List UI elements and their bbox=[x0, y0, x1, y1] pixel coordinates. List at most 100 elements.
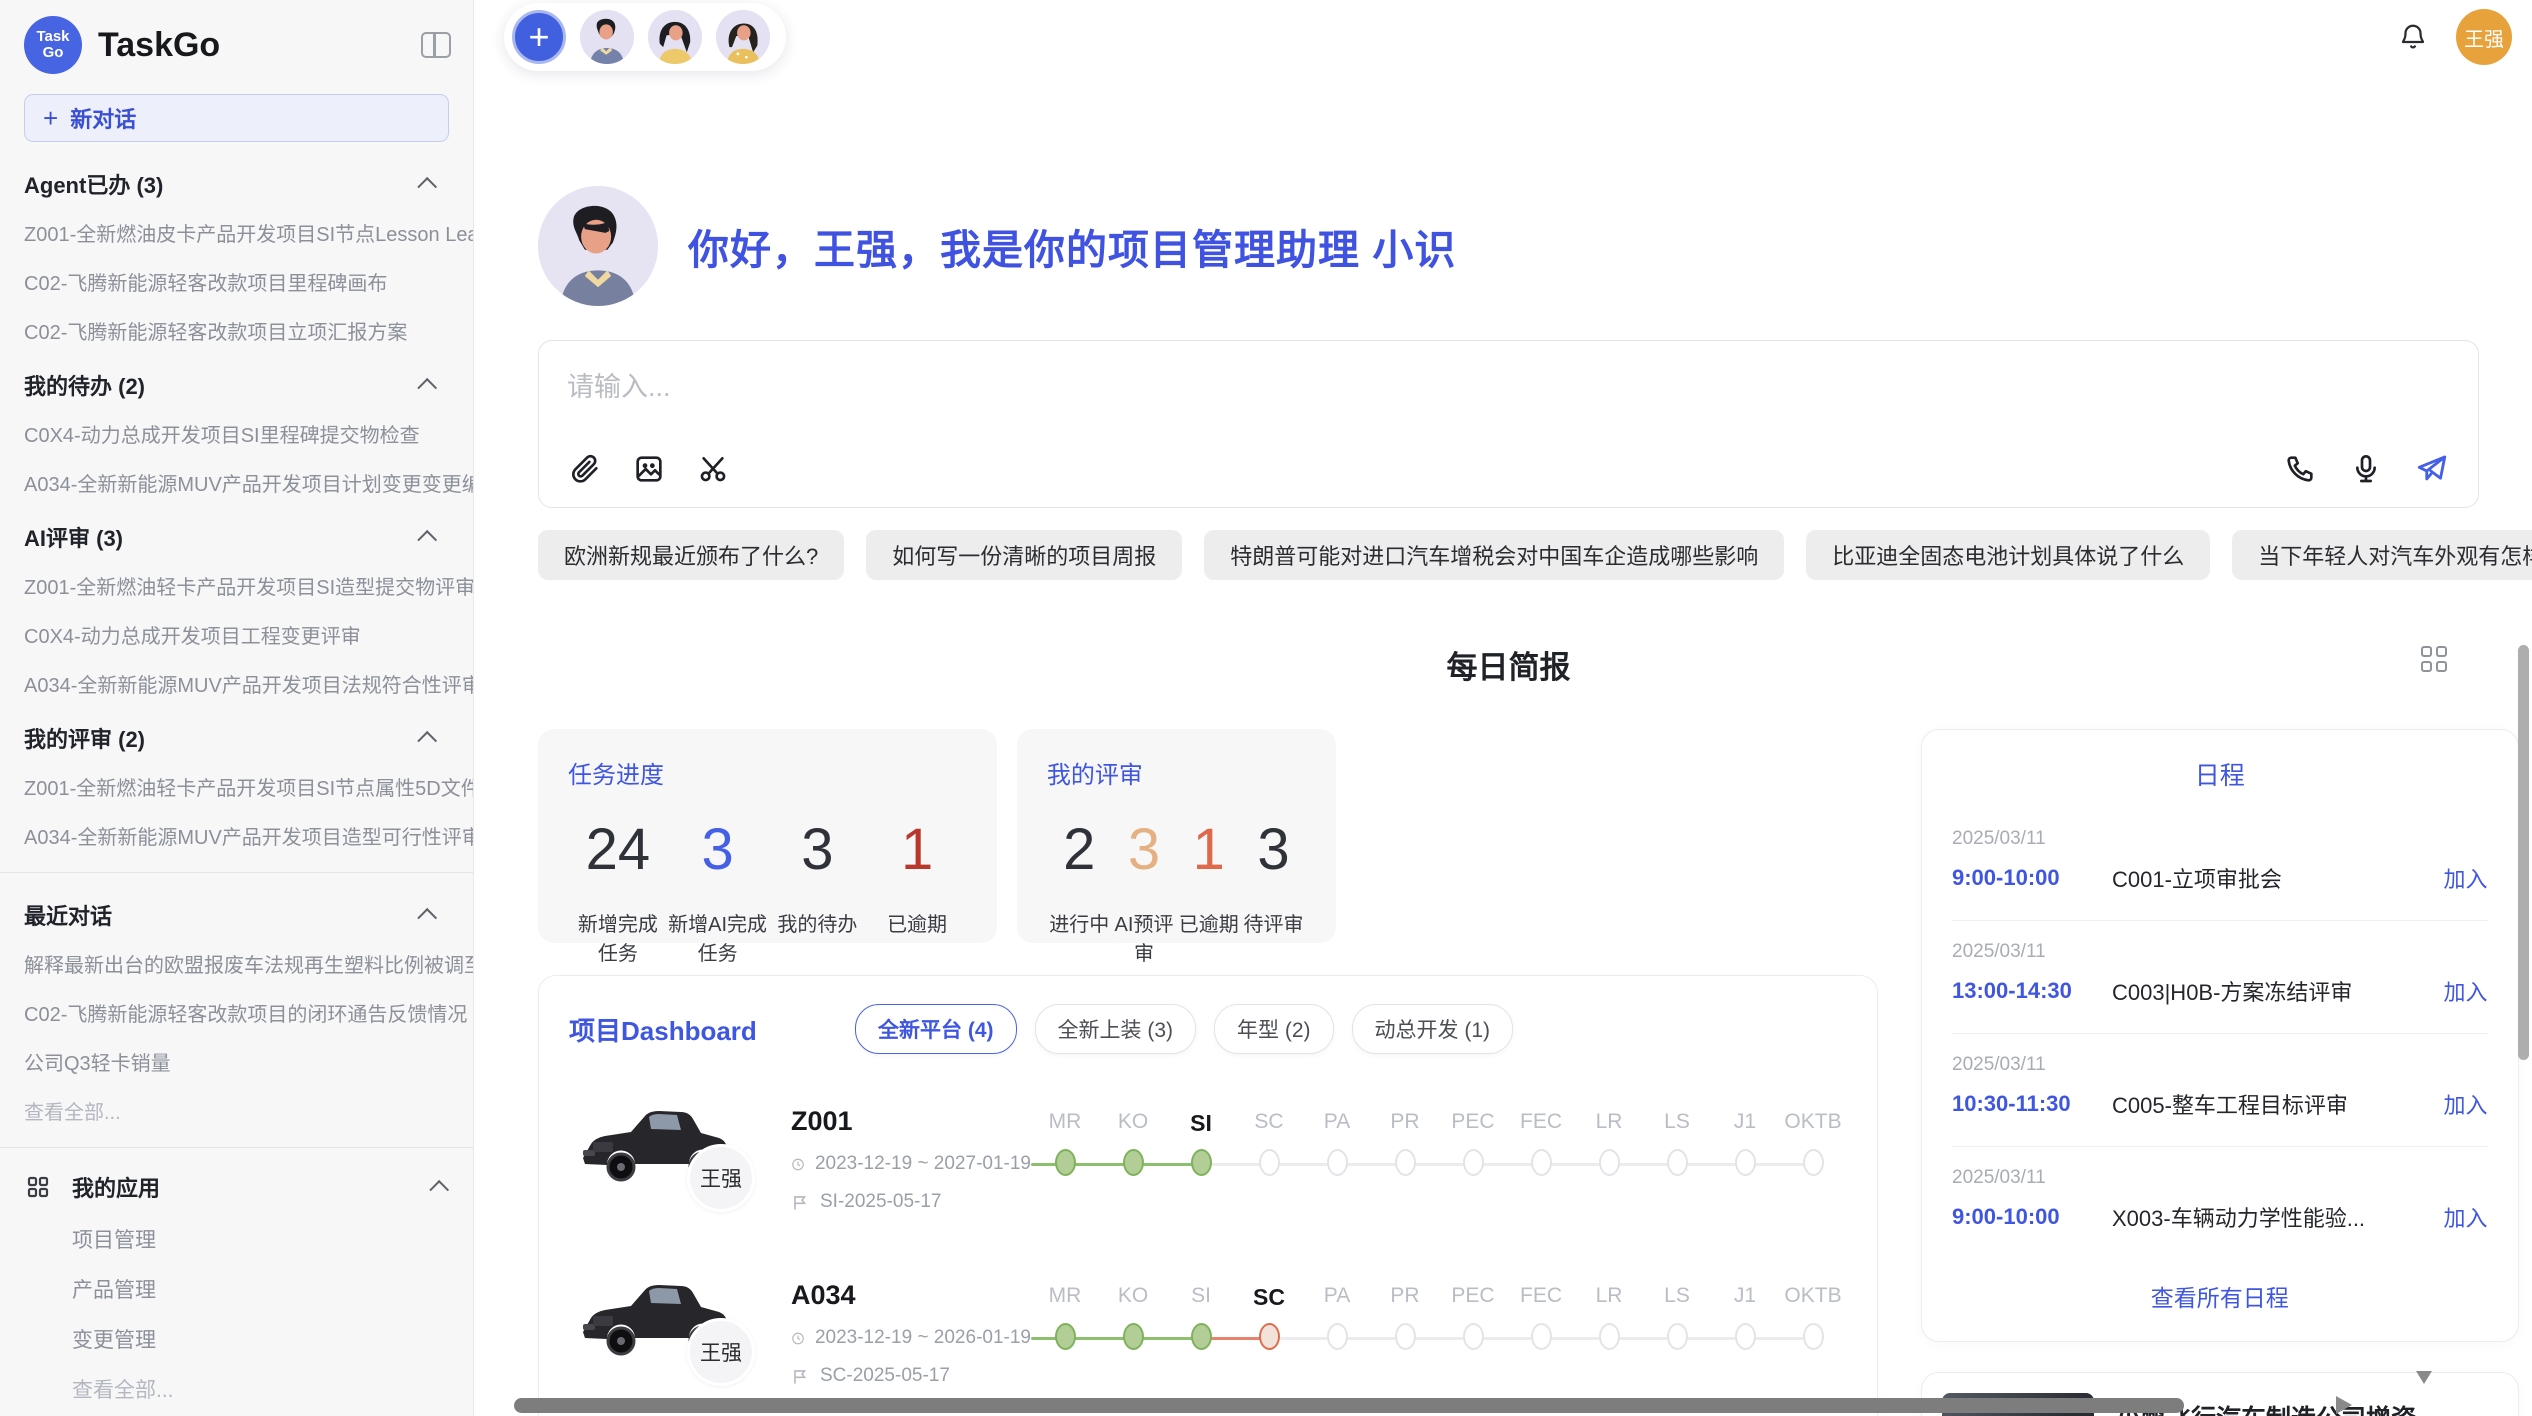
recent-item[interactable]: 解释最新出台的欧盟报废车法规再生塑料比例被调至15%... bbox=[0, 939, 473, 988]
milestone-col: J1 bbox=[1711, 1110, 1779, 1176]
milestone-dot[interactable] bbox=[1667, 1323, 1688, 1350]
scroll-right-arrow[interactable] bbox=[2336, 1396, 2352, 1414]
section-header[interactable]: Agent已办 (3) bbox=[0, 154, 473, 208]
section-header[interactable]: 我的待办 (2) bbox=[0, 355, 473, 409]
suggestion-chip[interactable]: 比亚迪全固态电池计划具体说了什么 bbox=[1806, 530, 2210, 580]
add-member-button[interactable]: + bbox=[512, 10, 566, 64]
section-header[interactable]: 我的评审 (2) bbox=[0, 708, 473, 762]
send-icon[interactable] bbox=[2414, 451, 2450, 487]
milestone-dot[interactable] bbox=[1463, 1323, 1484, 1350]
milestone-dot[interactable] bbox=[1395, 1149, 1416, 1176]
new-chat-button[interactable]: + 新对话 bbox=[24, 94, 449, 142]
member-avatar[interactable] bbox=[716, 10, 770, 64]
app-item[interactable]: 变更管理 bbox=[0, 1314, 473, 1364]
milestone-dot[interactable] bbox=[1803, 1149, 1824, 1176]
milestone-dot[interactable] bbox=[1327, 1323, 1348, 1350]
bell-icon[interactable] bbox=[2398, 22, 2428, 52]
suggestion-chip[interactable]: 特朗普可能对进口汽车增税会对中国车企造成哪些影响 bbox=[1204, 530, 1784, 580]
milestone-dot[interactable] bbox=[1463, 1149, 1484, 1176]
app-item[interactable]: 产品管理 bbox=[0, 1264, 473, 1314]
member-avatar[interactable] bbox=[648, 10, 702, 64]
recent-item[interactable]: 公司Q3轻卡销量 bbox=[0, 1037, 473, 1086]
milestone-label: PA bbox=[1324, 1110, 1350, 1140]
phone-icon[interactable] bbox=[2282, 451, 2318, 487]
milestone-dot[interactable] bbox=[1055, 1149, 1076, 1176]
recent-header[interactable]: 最近对话 bbox=[0, 885, 473, 939]
sidebar-item[interactable]: C0X4-动力总成开发项目SI里程碑提交物检查 bbox=[0, 409, 473, 458]
sidebar-item[interactable]: C02-飞腾新能源轻客改款项目立项汇报方案 bbox=[0, 306, 473, 355]
sidebar-item[interactable]: C0X4-动力总成开发项目工程变更评审 bbox=[0, 610, 473, 659]
milestone-dot[interactable] bbox=[1055, 1323, 1076, 1350]
suggestion-chip[interactable]: 如何写一份清晰的项目周报 bbox=[866, 530, 1182, 580]
schedule-name: C005-整车工程目标评审 bbox=[2112, 1088, 2434, 1120]
sidebar-item[interactable]: A034-全新新能源MUV产品开发项目法规符合性评审 bbox=[0, 659, 473, 708]
milestone-dot[interactable] bbox=[1191, 1323, 1212, 1350]
project-row[interactable]: 王强 A034 2023-12-19 ~ 2026-01-19 bbox=[569, 1274, 1847, 1402]
milestone-dot[interactable] bbox=[1667, 1149, 1688, 1176]
milestone-label: PEC bbox=[1451, 1110, 1494, 1140]
image-icon[interactable] bbox=[631, 451, 667, 487]
sidebar-item[interactable]: Z001-全新燃油皮卡产品开发项目SI节点Lesson Learn报告 bbox=[0, 208, 473, 257]
sidebar-item[interactable]: C02-飞腾新能源轻客改款项目里程碑画布 bbox=[0, 257, 473, 306]
suggestion-chip[interactable]: 欧洲新规最近颁布了什么? bbox=[538, 530, 844, 580]
milestone-dot[interactable] bbox=[1599, 1149, 1620, 1176]
join-button[interactable]: 加入 bbox=[2444, 975, 2488, 1007]
recent-item[interactable]: C02-飞腾新能源轻客改款项目的闭环通告反馈情况 bbox=[0, 988, 473, 1037]
scroll-down-arrow[interactable] bbox=[2416, 1371, 2432, 1384]
schedule-name: C001-立项审批会 bbox=[2112, 862, 2434, 894]
layout-grid-icon[interactable] bbox=[2421, 646, 2447, 672]
dashboard-tab[interactable]: 年型 (2) bbox=[1214, 1004, 1334, 1054]
dashboard-tab[interactable]: 全新平台 (4) bbox=[855, 1004, 1017, 1054]
horizontal-scrollbar-thumb[interactable] bbox=[514, 1398, 2184, 1413]
sidebar-collapse-icon[interactable] bbox=[421, 32, 451, 58]
attachment-icon[interactable] bbox=[567, 451, 603, 487]
user-avatar[interactable]: 王强 bbox=[2456, 9, 2512, 65]
milestone-col: MR bbox=[1031, 1110, 1099, 1176]
project-dates: 2023-12-19 ~ 2026-01-19 bbox=[791, 1327, 1031, 1349]
section-header[interactable]: AI评审 (3) bbox=[0, 507, 473, 561]
milestone-dot[interactable] bbox=[1803, 1323, 1824, 1350]
milestone-dot[interactable] bbox=[1735, 1149, 1756, 1176]
app-item[interactable]: 项目管理 bbox=[0, 1214, 473, 1264]
milestone-dot[interactable] bbox=[1327, 1149, 1348, 1176]
milestone-dot[interactable] bbox=[1123, 1323, 1144, 1350]
scissors-icon[interactable] bbox=[695, 451, 731, 487]
project-row[interactable]: 王强 Z001 2023-12-19 ~ 2027-01-19 bbox=[569, 1100, 1847, 1228]
suggestion-chip[interactable]: 当下年轻人对汽车外观有怎样的喜好趋势 bbox=[2232, 530, 2532, 580]
recent-view-all[interactable]: 查看全部... bbox=[0, 1086, 473, 1135]
sidebar-item-my-apps[interactable]: 我的应用 bbox=[0, 1160, 473, 1214]
member-avatar[interactable] bbox=[580, 10, 634, 64]
join-button[interactable]: 加入 bbox=[2444, 1201, 2488, 1233]
stat-card: 任务进度 24 新增完成任务 3 新增AI完成任务 bbox=[538, 729, 997, 943]
join-button[interactable]: 加入 bbox=[2444, 862, 2488, 894]
sidebar-item[interactable]: Z001-全新燃油轻卡产品开发项目SI节点属性5D文件评审 bbox=[0, 762, 473, 811]
apps-view-all[interactable]: 查看全部... bbox=[0, 1364, 473, 1414]
stat-label: 进行中 bbox=[1047, 908, 1112, 937]
milestone-dot[interactable] bbox=[1259, 1149, 1280, 1176]
milestone-col: KO bbox=[1099, 1284, 1167, 1350]
join-button[interactable]: 加入 bbox=[2444, 1088, 2488, 1120]
milestone-dot[interactable] bbox=[1531, 1149, 1552, 1176]
schedule-title: 日程 bbox=[1922, 756, 2518, 792]
sidebar-item[interactable]: A034-全新新能源MUV产品开发项目计划变更变更编号 bbox=[0, 458, 473, 507]
vertical-scrollbar-thumb[interactable] bbox=[2518, 645, 2529, 1060]
milestone-dot[interactable] bbox=[1259, 1323, 1280, 1350]
dashboard-tab[interactable]: 动总开发 (1) bbox=[1352, 1004, 1514, 1054]
milestone-dot[interactable] bbox=[1123, 1149, 1144, 1176]
milestone-track: MR KO SI bbox=[1031, 1100, 1847, 1176]
owner-name: 王强 bbox=[700, 1163, 742, 1193]
milestone-dot[interactable] bbox=[1395, 1323, 1416, 1350]
dashboard-tab[interactable]: 全新上装 (3) bbox=[1035, 1004, 1197, 1054]
milestone-dot[interactable] bbox=[1531, 1323, 1552, 1350]
chat-input-box[interactable]: 请输入... bbox=[538, 340, 2479, 508]
section-items: Z001-全新燃油皮卡产品开发项目SI节点Lesson Learn报告C02-飞… bbox=[0, 208, 473, 355]
milestone-dot[interactable] bbox=[1599, 1323, 1620, 1350]
chevron-up-icon bbox=[417, 530, 437, 550]
milestone-dot[interactable] bbox=[1735, 1323, 1756, 1350]
sidebar-item[interactable]: Z001-全新燃油轻卡产品开发项目SI造型提交物评审 bbox=[0, 561, 473, 610]
milestone-dot[interactable] bbox=[1191, 1149, 1212, 1176]
view-all-schedule[interactable]: 查看所有日程 bbox=[1922, 1259, 2518, 1335]
mic-icon[interactable] bbox=[2348, 451, 2384, 487]
sidebar-item[interactable]: A034-全新新能源MUV产品开发项目造型可行性评审 bbox=[0, 811, 473, 860]
milestone-label: J1 bbox=[1734, 1110, 1756, 1140]
